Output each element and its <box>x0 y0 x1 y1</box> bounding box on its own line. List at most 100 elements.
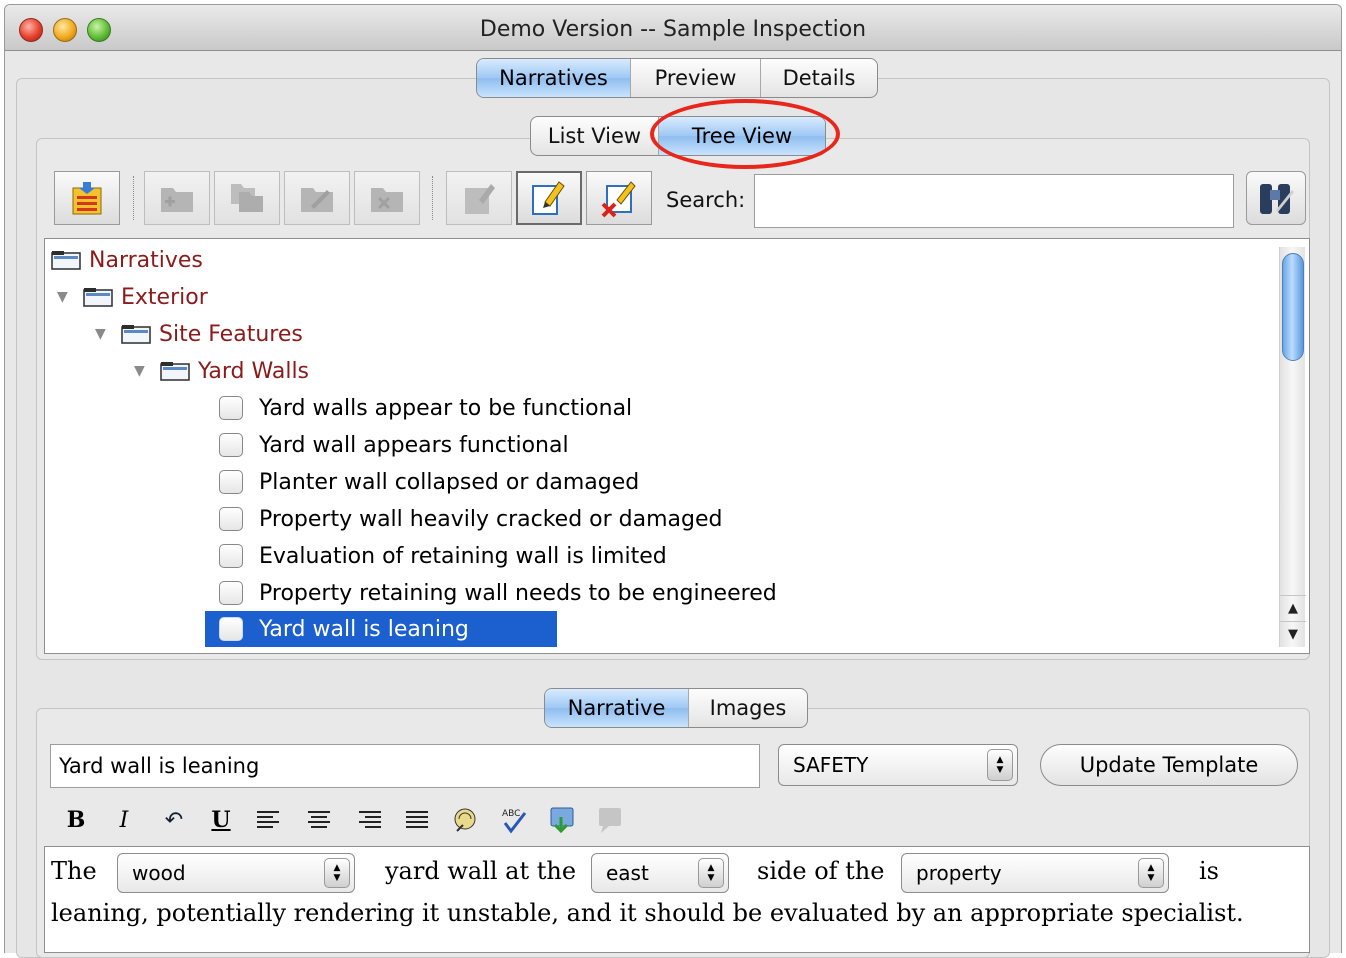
import-button[interactable] <box>54 171 120 225</box>
editor-text-side: side of the <box>757 857 885 885</box>
toolbar-separator <box>432 176 434 220</box>
narrative-title-field[interactable] <box>50 744 760 788</box>
justify-icon <box>406 811 428 828</box>
align-left-button[interactable] <box>252 800 286 840</box>
select-arrows-icon: ▲ ▼ <box>1138 858 1164 888</box>
insert-field-icon <box>454 808 476 832</box>
update-template-button[interactable]: Update Template <box>1040 744 1298 786</box>
delete-narrative-button[interactable] <box>586 171 652 225</box>
category-select[interactable]: SAFETY ▲ ▼ <box>778 744 1018 786</box>
add-folder-button[interactable] <box>144 171 210 225</box>
material-dropdown-value: wood <box>132 861 186 885</box>
align-center-icon <box>308 811 330 828</box>
search-input[interactable] <box>754 174 1234 228</box>
tree-folder-narratives[interactable]: Narratives <box>51 243 203 277</box>
align-center-button[interactable] <box>302 800 336 840</box>
narrative-editor[interactable]: The wood ▲ ▼ yard wall at the east ▲ ▼ sid… <box>44 846 1310 953</box>
tree-label: Yard wall is leaning <box>259 616 469 642</box>
category-select-value: SAFETY <box>793 753 869 777</box>
tab-images[interactable]: Images <box>689 689 807 727</box>
copy-folder-button[interactable] <box>214 171 280 225</box>
editor-text-the: The <box>51 857 97 885</box>
narrative-checkbox[interactable] <box>219 581 243 605</box>
folder-icon <box>121 324 151 344</box>
tree-label: Yard Walls <box>198 358 310 384</box>
justify-button[interactable] <box>400 800 434 840</box>
tree-item[interactable]: Property retaining wall needs to be engi… <box>219 576 777 610</box>
insert-field-button[interactable] <box>448 800 484 840</box>
find-button[interactable] <box>1246 171 1306 225</box>
scroll-up-arrow-icon[interactable]: ▲ <box>1280 595 1306 621</box>
tab-list-view[interactable]: List View <box>531 117 659 155</box>
tree-label: Property wall heavily cracked or damaged <box>259 506 723 532</box>
underline-button[interactable]: U <box>204 800 238 840</box>
remove-comment-button[interactable] <box>592 800 628 840</box>
tab-narratives[interactable]: Narratives <box>477 59 631 97</box>
narrative-checkbox[interactable] <box>219 544 243 568</box>
edit-narrative-button[interactable] <box>516 171 582 225</box>
tree-item[interactable]: Yard walls appear to be functional <box>219 391 632 425</box>
narrative-checkbox[interactable] <box>219 433 243 457</box>
tree-folder-site-features[interactable]: ▼ Site Features <box>95 317 303 351</box>
edit-narrative-icon <box>532 181 565 215</box>
search-label: Search: <box>666 188 746 212</box>
add-narrative-button[interactable] <box>446 171 512 225</box>
tree-label: Property retaining wall needs to be engi… <box>259 580 777 606</box>
tree-folder-yard-walls[interactable]: ▼ Yard Walls <box>134 354 309 388</box>
folder-icon <box>83 287 113 307</box>
rename-folder-button[interactable] <box>284 171 350 225</box>
insert-comment-button[interactable] <box>544 800 580 840</box>
toolbar-separator <box>133 176 135 220</box>
tree-item-selected[interactable]: Yard wall is leaning <box>205 611 557 647</box>
undo-button[interactable]: ↶ <box>156 800 192 840</box>
tree-label: Site Features <box>159 321 303 347</box>
insert-comment-icon <box>550 807 574 834</box>
delete-folder-button[interactable] <box>354 171 420 225</box>
tab-narrative[interactable]: Narrative <box>545 689 689 727</box>
direction-dropdown[interactable]: east ▲ ▼ <box>591 853 729 893</box>
tree-item[interactable]: Property wall heavily cracked or damaged <box>219 502 722 536</box>
delete-narrative-icon <box>601 181 636 218</box>
align-right-icon <box>359 811 381 828</box>
scroll-down-arrow-icon[interactable]: ▼ <box>1280 621 1306 647</box>
tree-folder-exterior[interactable]: ▼ Exterior <box>57 280 208 314</box>
tree-label: Yard walls appear to be functional <box>259 395 633 421</box>
narrative-checkbox[interactable] <box>219 470 243 494</box>
bold-button[interactable]: B <box>60 800 92 840</box>
editor-text-middle: yard wall at the <box>385 857 577 885</box>
annotation-circle <box>650 99 840 169</box>
tree-label: Planter wall collapsed or damaged <box>259 469 640 495</box>
folder-icon <box>160 361 190 381</box>
select-arrows-icon: ▲ ▼ <box>324 858 350 888</box>
align-right-button[interactable] <box>352 800 386 840</box>
folder-icon <box>51 250 81 270</box>
rename-folder-icon <box>301 188 333 212</box>
narrative-checkbox[interactable] <box>219 396 243 420</box>
spell-check-button[interactable]: ABC <box>496 800 532 840</box>
select-arrows-icon: ▲ ▼ <box>698 858 724 888</box>
tree-item[interactable]: Yard wall appears functional <box>219 428 569 462</box>
material-dropdown[interactable]: wood ▲ ▼ <box>117 853 355 893</box>
expand-triangle-icon[interactable]: ▼ <box>57 290 71 304</box>
import-folder-icon <box>72 182 102 215</box>
tree-label: Evaluation of retaining wall is limited <box>259 543 667 569</box>
tab-preview[interactable]: Preview <box>631 59 761 97</box>
expand-triangle-icon[interactable]: ▼ <box>95 327 109 341</box>
tree-scrollbar[interactable]: ▲ ▼ <box>1279 247 1306 647</box>
tree-item[interactable]: Evaluation of retaining wall is limited <box>219 539 667 573</box>
binoculars-icon <box>1260 184 1294 214</box>
svg-text:ABC: ABC <box>502 809 520 819</box>
tree-item[interactable]: Planter wall collapsed or damaged <box>219 465 639 499</box>
add-folder-icon <box>161 188 193 212</box>
copy-folder-icon <box>231 184 263 212</box>
location-dropdown[interactable]: property ▲ ▼ <box>901 853 1169 893</box>
narrative-checkbox[interactable] <box>219 507 243 531</box>
narrative-checkbox[interactable] <box>219 617 243 641</box>
scrollbar-thumb[interactable] <box>1282 253 1304 361</box>
direction-dropdown-value: east <box>606 861 649 885</box>
narratives-tree[interactable]: Narratives ▼ Exterior ▼ Site Features ▼ … <box>44 238 1310 654</box>
italic-button[interactable]: I <box>108 800 140 840</box>
tab-details[interactable]: Details <box>761 59 877 97</box>
expand-triangle-icon[interactable]: ▼ <box>134 364 148 378</box>
main-tabs: Narratives Preview Details <box>476 58 878 98</box>
